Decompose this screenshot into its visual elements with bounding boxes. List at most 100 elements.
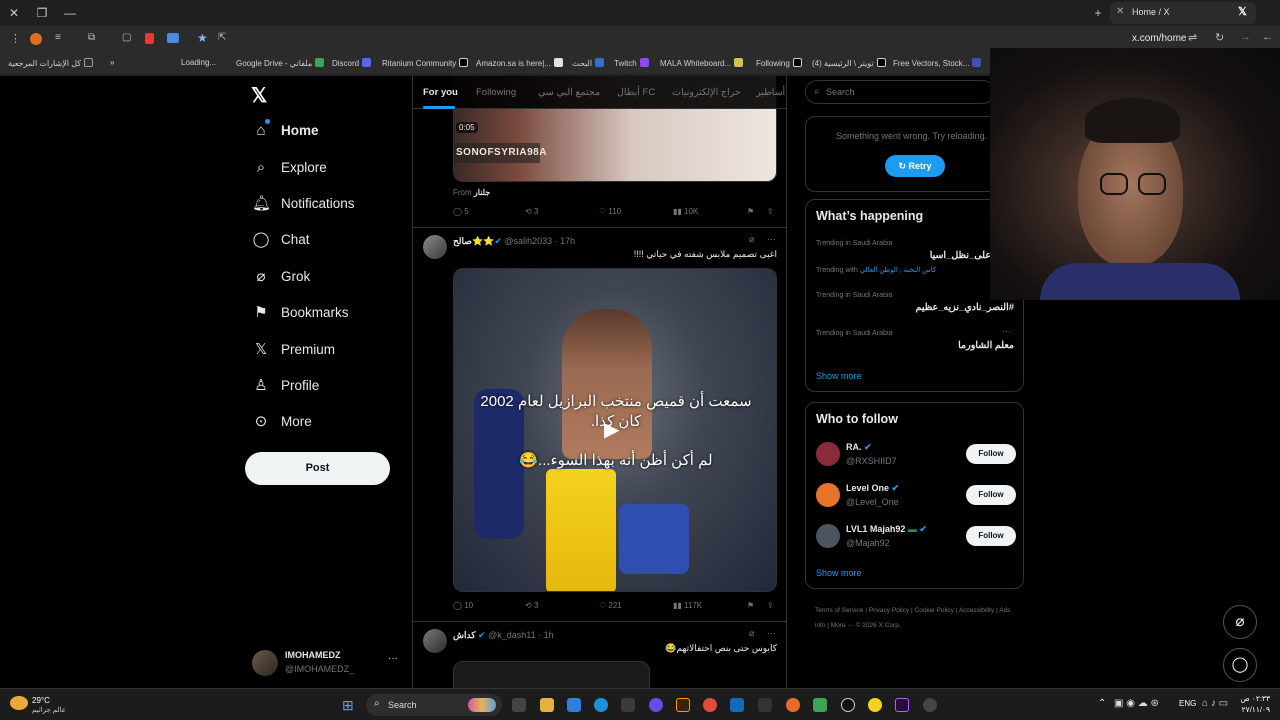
tab-following[interactable]: Following [476, 87, 516, 98]
weather-temp[interactable]: 29°C [32, 696, 50, 705]
share-icon[interactable]: ⇱ [218, 32, 226, 43]
edge-icon[interactable] [594, 698, 608, 712]
trend-title[interactable]: #النصر_نادي_نزيه_عظيم [816, 302, 1015, 313]
tab-community-pc[interactable]: مجتمع البي سي [538, 87, 600, 98]
repost-button[interactable]: ⟲ 3 [525, 601, 538, 610]
nav-bookmarks[interactable]: ⚑ Bookmarks [252, 298, 348, 326]
account-switcher[interactable]: IMOHAMEDZ @IMOHAMEDZ_ ··· [252, 648, 407, 682]
tab-for-you[interactable]: For you [423, 87, 458, 98]
extension-icon[interactable] [30, 33, 42, 45]
trend-title[interactable]: معلم الشاورما [816, 340, 1014, 351]
bookmark-free-vectors[interactable]: Free Vectors, Stock... [893, 58, 982, 68]
bookmark-ritanium[interactable]: Ritanium Community [382, 58, 469, 68]
x-logo-icon[interactable]: 𝕏 [251, 83, 267, 108]
tweet-time[interactable]: 1h [544, 630, 554, 640]
views-button[interactable]: ▮▮ 117K [673, 601, 702, 610]
follow-suggestion[interactable]: LVL1 Majah92 ▬ ✔ @Majah92 Follow [806, 521, 1025, 555]
chevron-double-icon[interactable]: » [110, 58, 114, 67]
footer-link[interactable]: Privacy Policy [869, 607, 909, 614]
reload-icon[interactable]: ↻ [1215, 31, 1224, 44]
bookmark-icon[interactable]: ⚑ [747, 207, 754, 216]
follow-button[interactable]: Follow [966, 526, 1016, 546]
addon2-icon[interactable] [167, 33, 179, 43]
tab-home[interactable]: ✕ Home / X 𝕏 [1110, 2, 1256, 24]
clock-time[interactable]: ٠٢:٣٣ ص [1240, 694, 1270, 703]
weather-text[interactable]: عالم جراثيم [32, 706, 66, 714]
taskbar-search[interactable]: ⌕ Search [366, 694, 502, 716]
footer-link[interactable]: Terms of Service [815, 607, 863, 614]
follow-suggestion[interactable]: Level One ✔ @Level_One Follow [806, 480, 1025, 514]
windows-start-icon[interactable]: ⊞ [342, 697, 354, 714]
copilot-icon[interactable] [567, 698, 581, 712]
weather-icon[interactable] [10, 696, 28, 710]
more-dots-icon[interactable]: ··· [388, 653, 398, 664]
extensions-icon[interactable]: ≡ [55, 32, 61, 43]
site-settings-icon[interactable]: ⇌ [1188, 31, 1197, 44]
search-input[interactable]: ⌕ Search [805, 80, 995, 104]
task-view-icon[interactable] [512, 698, 526, 712]
more-dots-icon[interactable]: ··· [767, 234, 776, 244]
grok-icon[interactable]: ⌀ [749, 628, 754, 639]
more-dots-icon[interactable]: ··· [767, 628, 776, 638]
bookmark-following[interactable]: Following [756, 58, 802, 68]
forward-icon[interactable]: → [1240, 31, 1251, 43]
footer-link[interactable]: More ··· [831, 622, 854, 629]
follow-button[interactable]: Follow [966, 444, 1016, 464]
nav-home[interactable]: ⌂ Home [252, 116, 318, 144]
tweet-video[interactable]: سمعت أن قميص منتخب البرازيل لعام 2002 كا… [453, 268, 777, 592]
bookmark-twitch[interactable]: Twitch [614, 58, 649, 68]
author-handle[interactable]: @k_dash11 [488, 630, 536, 640]
avatar[interactable] [423, 629, 447, 653]
bookmark-mala[interactable]: MALA Whiteboard... [660, 58, 744, 68]
addon-icon[interactable] [145, 33, 154, 44]
screenshot-icon[interactable]: ⧉ [88, 32, 95, 43]
share-icon[interactable]: ⇪ [767, 207, 774, 216]
grok-float-button[interactable]: ⌀ [1223, 605, 1257, 639]
nav-grok[interactable]: ⌀ Grok [252, 262, 310, 290]
tweet-time[interactable]: 17h [560, 236, 575, 246]
tab-legends[interactable]: أساطير [756, 87, 785, 98]
share-icon[interactable]: ⇪ [767, 601, 774, 610]
nav-chat[interactable]: ◯ Chat [252, 225, 310, 253]
bookmark-search[interactable]: البحث [572, 58, 605, 68]
tray-chevron-icon[interactable]: ⌃ [1098, 698, 1106, 709]
avatar[interactable] [423, 235, 447, 259]
network-volume-icon[interactable]: ⌂ ♪ ▭ [1202, 698, 1228, 709]
bookmark-discord[interactable]: Discord [332, 58, 372, 68]
bookmark-loading[interactable]: Loading... [181, 58, 216, 67]
illustrator-icon[interactable] [676, 698, 690, 712]
app-icon[interactable] [813, 698, 827, 712]
star-icon[interactable]: ★ [197, 31, 208, 45]
app3-icon[interactable] [868, 698, 882, 712]
restore-icon[interactable]: ❐ [34, 5, 50, 21]
mail-icon[interactable] [730, 698, 744, 712]
bookmark-all[interactable]: كل الإشارات المرجعية [8, 58, 94, 68]
follow-suggestion[interactable]: RA. ✔ @RXSHIID7 Follow [806, 439, 1025, 473]
footer-link[interactable]: Accessibility [959, 607, 994, 614]
back-icon[interactable]: ← [1262, 31, 1273, 43]
bookmark-google-drive[interactable]: Google Drive - ملفاتي [236, 58, 325, 68]
url-text[interactable]: x.com/home [1132, 33, 1186, 44]
tweet-media[interactable] [453, 661, 650, 688]
views-button[interactable]: ▮▮ 10K [673, 207, 698, 216]
after-effects-icon[interactable] [895, 698, 909, 712]
obs-icon[interactable] [923, 698, 937, 712]
show-more-link[interactable]: Show more [816, 568, 862, 578]
store-icon[interactable] [621, 698, 635, 712]
tray-apps-icon[interactable]: ▣ ◉ ☁ ⊛ [1114, 698, 1159, 709]
nav-notifications[interactable]: 🔔︎ Notifications [252, 189, 355, 217]
language-indicator[interactable]: ENG [1179, 699, 1196, 708]
menu-icon[interactable]: ⋮ [10, 32, 21, 45]
post-button[interactable]: Post [245, 452, 390, 485]
retry-button[interactable]: ↻ Retry [885, 155, 945, 177]
footer-link[interactable]: Cookie Policy [915, 607, 954, 614]
like-button[interactable]: ♡ 221 [599, 601, 622, 610]
nav-more[interactable]: ⊙ More [252, 407, 312, 435]
author-name[interactable]: كداش [453, 630, 476, 640]
like-button[interactable]: ♡ 110 [599, 207, 621, 216]
more-dots-icon[interactable]: ··· [1002, 326, 1011, 336]
close-window-icon[interactable]: ✕ [6, 5, 22, 21]
new-tab-icon[interactable]: + [1090, 5, 1106, 21]
repost-button[interactable]: ⟲ 3 [525, 207, 538, 216]
nav-profile[interactable]: ♙ Profile [252, 371, 319, 399]
